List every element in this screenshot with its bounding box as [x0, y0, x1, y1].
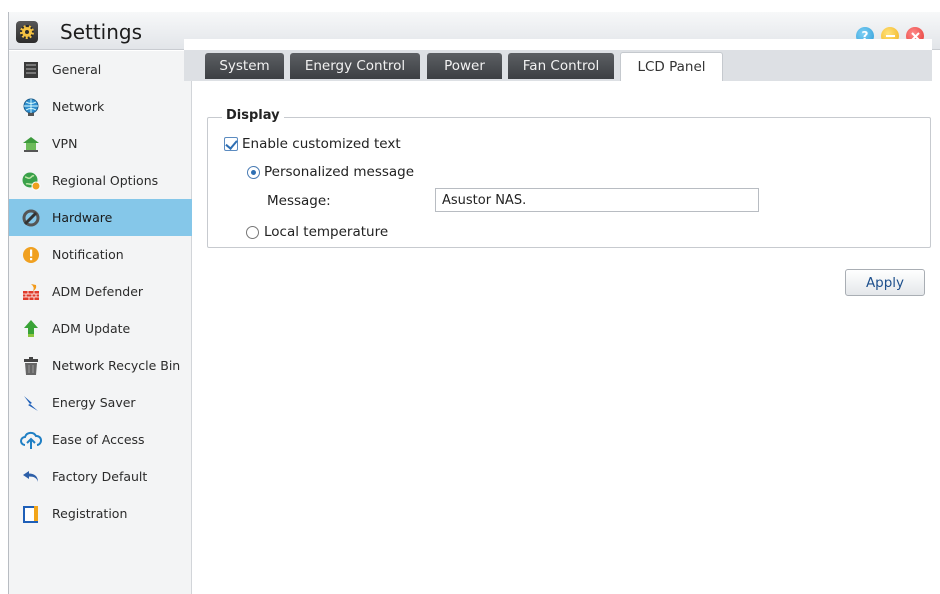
sidebar-item-vpn[interactable]: VPN: [9, 125, 192, 162]
sidebar-item-energy-saver[interactable]: Energy Saver: [9, 384, 192, 421]
sidebar-item-label: Notification: [52, 247, 124, 262]
apply-button[interactable]: Apply: [845, 269, 925, 296]
trash-icon: [20, 355, 42, 377]
sidebar-item-factory-default[interactable]: Factory Default: [9, 458, 192, 495]
sidebar-item-label: General: [52, 62, 102, 77]
house-network-icon: [20, 133, 42, 155]
tab-fan-control[interactable]: Fan Control: [508, 53, 614, 79]
sidebar: General Network VPN Regional Options Har…: [9, 51, 192, 594]
sidebar-item-notification[interactable]: Notification: [9, 236, 192, 273]
sidebar-item-label: ADM Update: [52, 321, 131, 336]
minimize-icon: [885, 35, 895, 37]
sidebar-item-hardware[interactable]: Hardware: [9, 199, 192, 236]
sidebar-item-ease-of-access[interactable]: Ease of Access: [9, 421, 192, 458]
tab-lcd-panel[interactable]: LCD Panel: [620, 52, 723, 81]
cloud-upload-icon: [20, 429, 42, 451]
sidebar-item-network-recycle-bin[interactable]: Network Recycle Bin: [9, 347, 192, 384]
globe-icon: [20, 96, 42, 118]
wrench-icon: [20, 207, 42, 229]
sidebar-item-adm-defender[interactable]: ADM Defender: [9, 273, 192, 310]
local-temperature-label[interactable]: Local temperature: [264, 224, 388, 240]
sidebar-item-label: Energy Saver: [52, 395, 136, 410]
sidebar-item-label: Registration: [52, 506, 128, 521]
sidebar-item-label: Factory Default: [52, 469, 148, 484]
message-input[interactable]: [435, 188, 759, 212]
sidebar-item-label: Hardware: [52, 210, 113, 225]
personalized-message-radio[interactable]: [247, 166, 260, 179]
enable-customized-text-label[interactable]: Enable customized text: [242, 136, 401, 152]
enable-customized-text-checkbox[interactable]: [224, 137, 238, 151]
personalized-message-label[interactable]: Personalized message: [264, 164, 414, 180]
sidebar-item-label: VPN: [52, 136, 78, 151]
lightning-icon: [20, 392, 42, 414]
clipboard-icon: [20, 503, 42, 525]
sidebar-item-adm-update[interactable]: ADM Update: [9, 310, 192, 347]
sidebar-item-label: Regional Options: [52, 173, 159, 188]
sidebar-item-label: ADM Defender: [52, 284, 144, 299]
local-temperature-radio[interactable]: [246, 226, 259, 239]
alert-icon: [20, 244, 42, 266]
settings-window: Settings ? General Network VPN Regional …: [8, 12, 940, 594]
window-title: Settings: [60, 20, 143, 44]
server-icon: [20, 59, 42, 81]
earth-icon: [20, 170, 42, 192]
tab-system[interactable]: System: [205, 53, 284, 79]
sidebar-item-label: Network: [52, 99, 105, 114]
tab-power[interactable]: Power: [427, 53, 502, 79]
firewall-icon: [20, 281, 42, 303]
sidebar-item-general[interactable]: General: [9, 51, 192, 88]
up-arrow-icon: [20, 318, 42, 340]
tab-bar: System Energy Control Power Fan Control …: [184, 39, 932, 81]
sidebar-item-label: Network Recycle Bin: [52, 358, 181, 373]
tab-energy-control[interactable]: Energy Control: [290, 53, 420, 79]
settings-app-icon: [16, 21, 38, 43]
display-legend: Display: [222, 108, 284, 123]
message-label: Message:: [267, 193, 331, 209]
sidebar-item-registration[interactable]: Registration: [9, 495, 192, 532]
undo-icon: [20, 466, 42, 488]
sidebar-item-network[interactable]: Network: [9, 88, 192, 125]
sidebar-item-regional-options[interactable]: Regional Options: [9, 162, 192, 199]
sidebar-item-label: Ease of Access: [52, 432, 145, 447]
